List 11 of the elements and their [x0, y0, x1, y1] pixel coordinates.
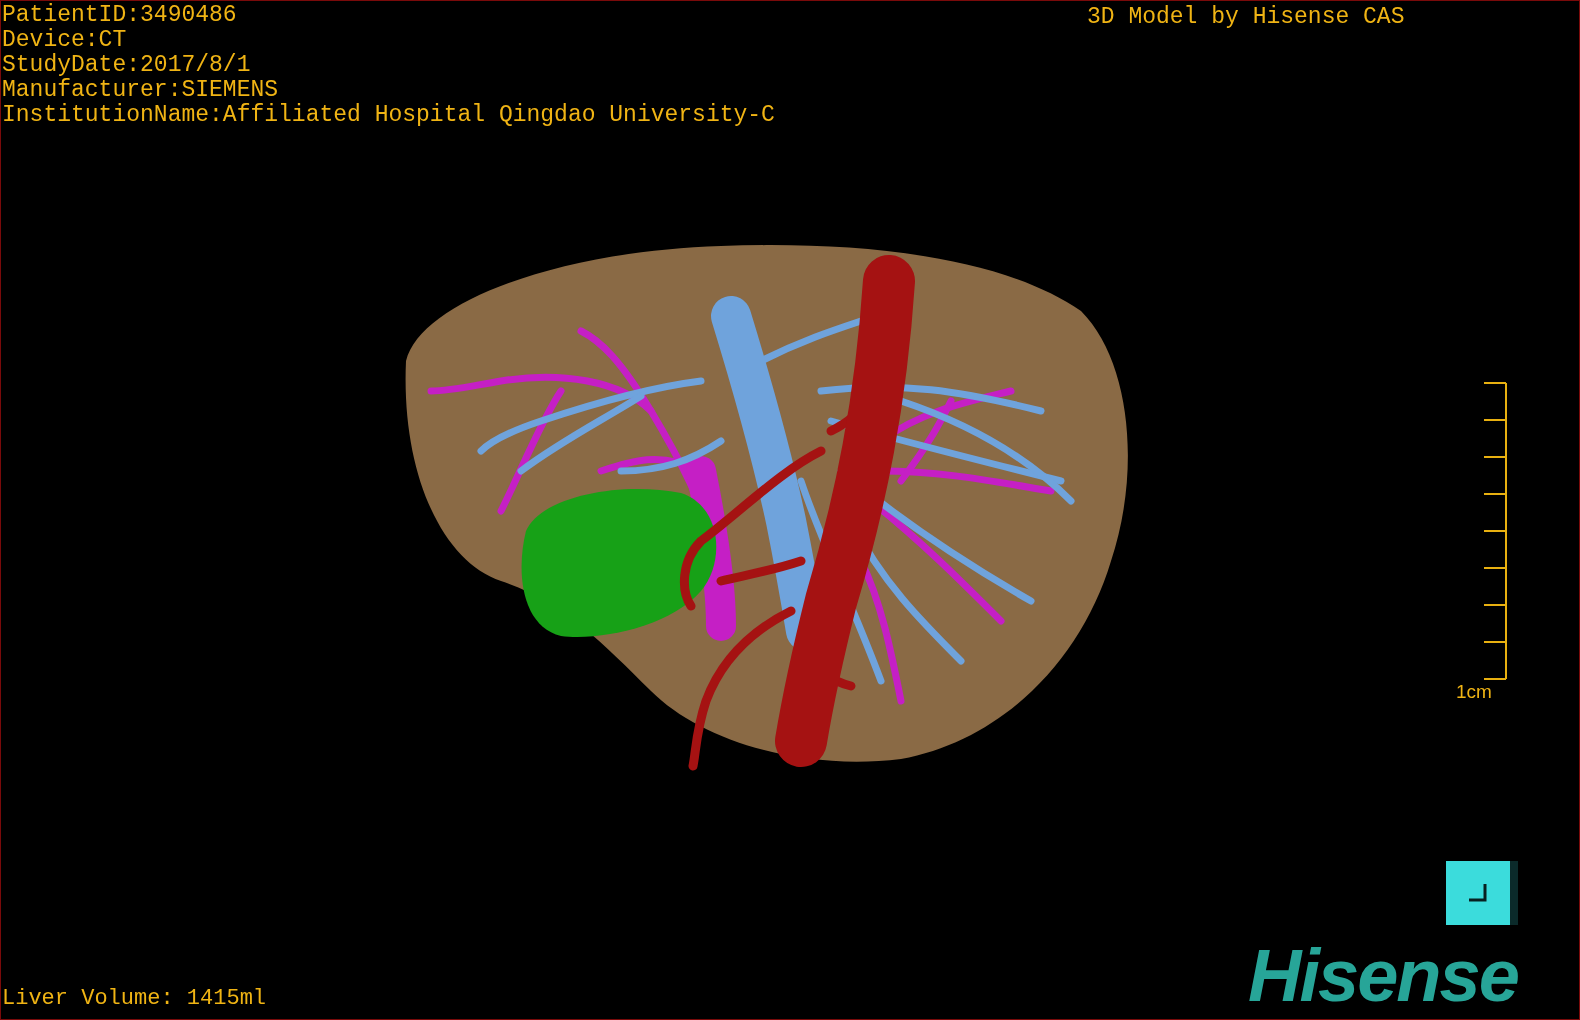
patient-info-line: InstitutionName:Affiliated Hospital Qingdao University-C [2, 103, 775, 128]
scale-bar-icon [1484, 382, 1508, 680]
model-credit-label: 3D Model by Hisense CAS [1087, 5, 1405, 30]
patient-info-line: Manufacturer:SIEMENS [2, 78, 280, 103]
patient-info-line: StudyDate:2017/8/1 [2, 53, 252, 78]
patient-info-line: Device:CT [2, 28, 128, 53]
patient-info-line: PatientID:3490486 [2, 3, 238, 28]
liver-volume-label: Liver Volume: 1415ml [2, 986, 267, 1011]
corner-icon [1467, 882, 1489, 904]
scale-label: 1cm [1456, 681, 1492, 703]
brand-logo: Hisense [1248, 939, 1518, 1013]
